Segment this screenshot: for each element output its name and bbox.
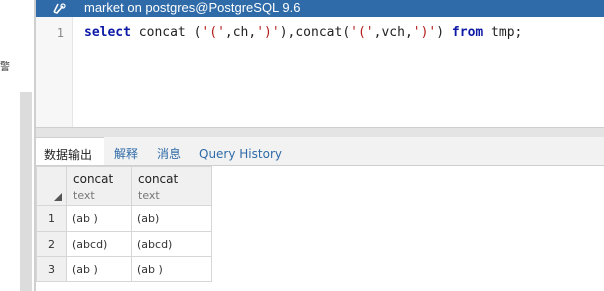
string-literal: ')' <box>256 25 280 40</box>
code-text: ) <box>436 25 452 40</box>
code-text: ),concat( <box>279 25 351 40</box>
code-text: tmp; <box>483 25 523 40</box>
row-number[interactable]: 3 <box>36 257 67 282</box>
column-name: concat <box>73 172 114 186</box>
code-line[interactable]: select concat ('(',ch,')'),concat('(',vc… <box>84 25 522 40</box>
column-name: concat <box>138 172 179 186</box>
column-header[interactable]: concat text <box>67 166 132 206</box>
string-literal: '(' <box>350 25 374 40</box>
code-text: ,vch, <box>373 25 413 40</box>
line-number-gutter: 1 <box>36 17 73 127</box>
row-number[interactable]: 1 <box>36 206 67 232</box>
keyword-select: select <box>84 25 131 40</box>
code-text: ,ch, <box>224 25 257 40</box>
query-editor-title: market on postgres@PostgreSQL 9.6 <box>84 0 301 15</box>
left-panel-scrollbar[interactable] <box>20 92 32 291</box>
tab-data-output[interactable]: 数据输出 <box>36 137 104 165</box>
tab-messages[interactable]: 消息 <box>157 137 181 165</box>
query-tool-icon <box>48 0 70 17</box>
tab-explain[interactable]: 解释 <box>114 137 138 165</box>
code-text: concat ( <box>130 25 202 40</box>
column-type: text <box>73 189 95 202</box>
column-header[interactable]: concat text <box>132 166 212 206</box>
line-number: 1 <box>56 26 64 40</box>
string-literal: ')' <box>412 25 437 40</box>
query-editor-titlebar: market on postgres@PostgreSQL 9.6 <box>36 0 604 17</box>
column-type: text <box>138 189 160 202</box>
string-literal: '(' <box>201 25 225 40</box>
sql-editor[interactable]: 1 select concat ('(',ch,')'),concat('(',… <box>36 17 604 127</box>
select-all-corner[interactable] <box>36 166 67 206</box>
result-tabbar: 数据输出 解释 消息 Query History <box>36 137 604 166</box>
row-number[interactable]: 2 <box>36 232 67 257</box>
table-cell[interactable]: (ab ) <box>67 257 132 282</box>
tab-query-history[interactable]: Query History <box>199 137 282 165</box>
table-cell[interactable]: (ab ) <box>67 206 132 232</box>
table-cell[interactable]: (abcd) <box>132 232 212 257</box>
keyword-from: from <box>451 25 484 40</box>
left-panel-glyph: 警 <box>0 62 10 73</box>
table-cell[interactable]: (abcd) <box>67 232 132 257</box>
corner-triangle-icon <box>54 193 62 201</box>
table-cell[interactable]: (ab) <box>132 206 212 232</box>
table-cell[interactable]: (ab ) <box>132 257 212 282</box>
